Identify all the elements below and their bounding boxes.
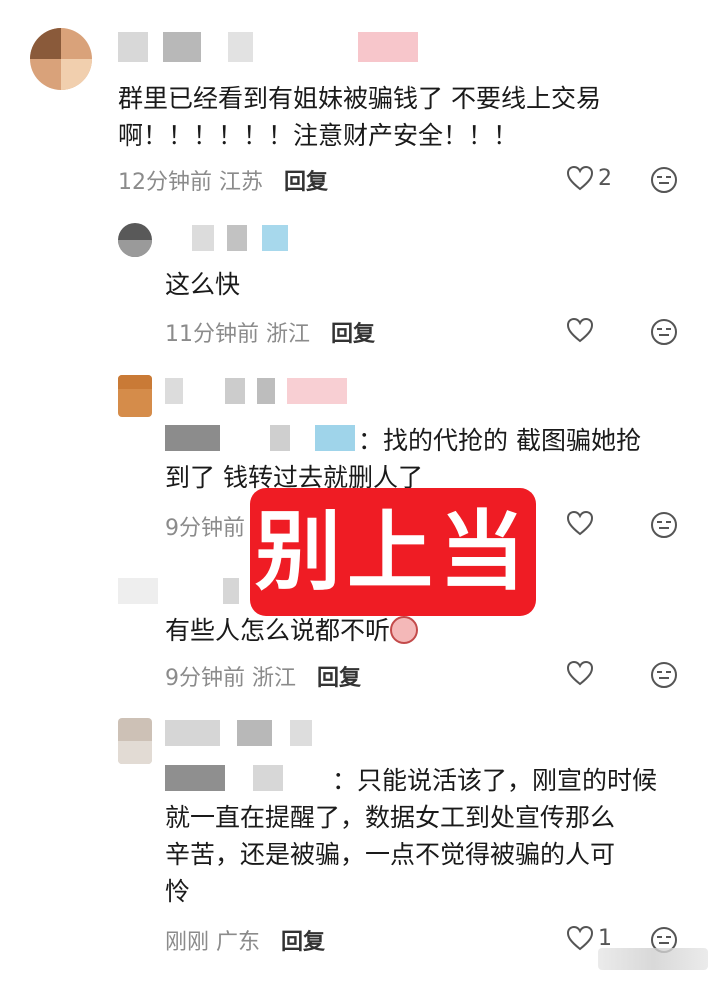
heart-outline-icon bbox=[566, 660, 594, 686]
comment-time: 11分钟前 bbox=[165, 322, 259, 347]
avatar[interactable] bbox=[118, 223, 152, 257]
neutral-face-icon[interactable] bbox=[651, 512, 677, 538]
avatar[interactable] bbox=[118, 718, 152, 764]
reply-button[interactable]: 回复 bbox=[284, 170, 328, 195]
avatar[interactable] bbox=[118, 375, 152, 417]
comment-time: 12分钟前 bbox=[118, 170, 212, 195]
comment-meta: 12分钟前 江苏 回复 bbox=[118, 164, 328, 196]
comment-meta: 11分钟前 浙江 回复 bbox=[165, 316, 375, 348]
comment-location: 广东 bbox=[216, 930, 261, 955]
blurred-username[interactable] bbox=[165, 720, 345, 746]
blurred-username[interactable] bbox=[165, 378, 365, 404]
comment-text: ：只能说活该了，刚宣的时候 bbox=[332, 766, 658, 795]
like-count: 2 bbox=[598, 165, 612, 191]
crying-emoji-icon bbox=[390, 616, 419, 644]
heart-outline-icon bbox=[566, 925, 594, 951]
watermark bbox=[598, 948, 708, 970]
blurred-username[interactable] bbox=[118, 578, 248, 604]
comment-text: 就一直在提醒了，数据女工到处宣传那么 辛苦，还是被骗，一点不觉得被骗的人可 怜 bbox=[165, 803, 616, 906]
like-button[interactable] bbox=[566, 660, 594, 686]
comment-text: ：找的代抢的 截图骗她抢 bbox=[358, 426, 641, 455]
like-count: 1 bbox=[598, 925, 612, 951]
comment-location: 浙江 bbox=[266, 322, 311, 347]
comment-location: 江苏 bbox=[219, 170, 264, 195]
comment-time: 刚刚 bbox=[165, 930, 210, 955]
like-button[interactable] bbox=[566, 510, 594, 536]
like-button[interactable] bbox=[566, 317, 594, 343]
reply-button[interactable]: 回复 bbox=[281, 930, 325, 955]
comment-text: 有些人怎么说都不听 bbox=[165, 612, 419, 649]
comment-time: 9分钟前 bbox=[165, 516, 245, 541]
like-button[interactable]: 2 bbox=[566, 165, 612, 191]
comment-meta: 9分钟前 浙江 回复 bbox=[165, 660, 361, 692]
neutral-face-icon[interactable] bbox=[651, 319, 677, 345]
neutral-face-icon[interactable] bbox=[651, 167, 677, 193]
comment-meta: 9分钟前 bbox=[165, 510, 245, 542]
comment-meta: 刚刚 广东 回复 bbox=[165, 924, 325, 956]
heart-outline-icon bbox=[566, 165, 594, 191]
blurred-username[interactable] bbox=[192, 225, 292, 251]
blurred-username[interactable] bbox=[165, 425, 355, 451]
comment-time: 9分钟前 bbox=[165, 666, 245, 691]
warning-stamp: 别上当 bbox=[250, 488, 536, 616]
neutral-face-icon[interactable] bbox=[651, 662, 677, 688]
blurred-username[interactable] bbox=[118, 32, 418, 62]
heart-outline-icon bbox=[566, 317, 594, 343]
comment-location: 浙江 bbox=[252, 666, 297, 691]
reply-button[interactable]: 回复 bbox=[331, 322, 375, 347]
comment-text: 群里已经看到有姐妹被骗钱了 不要线上交易 啊！！！！！！注意财产安全！！！ bbox=[118, 84, 601, 150]
blurred-username[interactable] bbox=[165, 765, 325, 791]
avatar[interactable] bbox=[30, 28, 92, 90]
reply-button[interactable]: 回复 bbox=[317, 666, 361, 691]
heart-outline-icon bbox=[566, 510, 594, 536]
comment-text: 这么快 bbox=[165, 270, 241, 299]
